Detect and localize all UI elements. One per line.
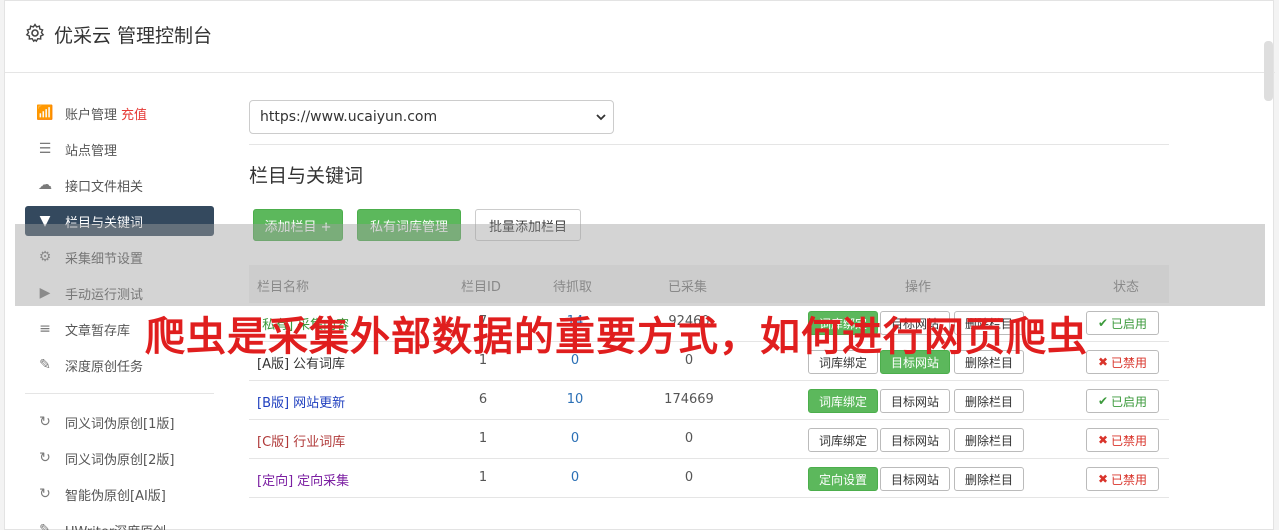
refresh-icon: ↻ [39,450,51,466]
scrollbar[interactable] [1264,41,1273,101]
column-name[interactable]: 网站更新 [293,396,345,411]
column-name[interactable]: 行业词库 [293,435,345,450]
bind-lib-button[interactable]: 定向设置 [808,467,878,491]
collected-count: 0 [684,470,694,485]
cross-icon: ✖ [1097,433,1109,447]
cross-icon: ✖ [1097,472,1109,486]
sidebar-item-label: 站点管理 [65,143,118,159]
server-icon: ☰ [38,141,52,157]
sidebar-item-label: 接口文件相关 [65,179,144,195]
sidebar-item-label: 同义词伪原创[2版] [65,452,175,468]
database-icon: ≡ [39,321,51,337]
status-label: 已启用 [1111,316,1148,331]
check-icon: ✔ [1097,316,1109,330]
pending-count[interactable]: 0 [545,431,605,446]
refresh-icon: ↻ [39,486,51,502]
column-name-cell[interactable]: [C版] 行业词库 [257,431,345,450]
status-label: 已禁用 [1111,355,1148,370]
app-header: 优采云 管理控制台 [5,1,1275,73]
column-name[interactable]: 定向采集 [297,474,349,489]
edit-icon: ✎ [39,357,51,373]
status-label: 已启用 [1111,394,1148,409]
sidebar-item-0[interactable]: 📶 账户管理 充值 [25,98,214,128]
sidebar-item-label: 账户管理 [65,107,118,123]
delete-column-button[interactable]: 删除栏目 [954,467,1024,491]
sidebar-item-label: 文章暂存库 [65,323,131,339]
table-row: [C版] 行业词库 1 0 0 词库绑定 目标网站 删除栏目 ✖ 已禁用 [249,420,1169,459]
bind-lib-button[interactable]: 词库绑定 [808,428,878,452]
section-title: 栏目与关键词 [249,165,364,187]
sidebar-item-8[interactable]: ↻ 同义词伪原创[1版] [25,407,214,437]
column-tag: [B版] [257,396,290,411]
sidebar-item-label: 智能伪原创[AI版] [65,488,166,504]
chevron-down-icon [596,114,606,121]
column-id: 1 [478,431,488,446]
page-title: 优采云 管理控制台 [54,25,213,47]
sidebar-item-2[interactable]: ☁ 接口文件相关 [25,170,214,200]
status-toggle[interactable]: ✖ 已禁用 [1086,428,1159,452]
delete-column-button[interactable]: 删除栏目 [954,389,1024,413]
status-toggle[interactable]: ✔ 已启用 [1086,389,1159,413]
column-id: 6 [478,392,488,407]
sidebar-divider [25,393,214,394]
cross-icon: ✖ [1097,355,1109,369]
target-site-button[interactable]: 目标网站 [880,389,950,413]
column-name-cell[interactable]: [定向] 定向采集 [257,470,349,489]
sidebar-item-9[interactable]: ↻ 同义词伪原创[2版] [25,443,214,473]
column-id: 1 [478,470,488,485]
pending-count[interactable]: 0 [545,470,605,485]
sidebar-item-11[interactable]: ✎ UWriter深度原创 [25,515,214,530]
column-tag: [C版] [257,435,290,450]
column-tag: [定向] [257,474,294,489]
sidebar-item-label: 同义词伪原创[1版] [65,416,175,432]
status-toggle[interactable]: ✖ 已禁用 [1086,350,1159,374]
status-label: 已禁用 [1111,472,1148,487]
cloud-upload-icon: ☁ [38,177,52,193]
column-name-cell[interactable]: [B版] 网站更新 [257,392,345,411]
check-icon: ✔ [1097,394,1109,408]
sidebar-item-1[interactable]: ☰ 站点管理 [25,134,214,164]
sidebar-item-label: UWriter深度原创 [65,521,166,530]
gear-icon [25,23,45,43]
status-toggle[interactable]: ✔ 已启用 [1086,311,1159,335]
sidebar-item-10[interactable]: ↻ 智能伪原创[AI版] [25,479,214,509]
recharge-link[interactable]: 充值 [121,104,147,123]
delete-column-button[interactable]: 删除栏目 [954,428,1024,452]
bind-lib-button[interactable]: 词库绑定 [808,389,878,413]
overlay-band [15,224,1265,306]
divider [249,144,1169,145]
collected-count: 0 [684,431,694,446]
bar-chart-icon: 📶 [36,105,54,121]
edit-icon: ✎ [39,522,51,530]
table-row: [定向] 定向采集 1 0 0 定向设置 目标网站 删除栏目 ✖ 已禁用 [249,459,1169,498]
sidebar-item-label: 深度原创任务 [65,359,144,375]
site-select-value: https://www.ucaiyun.com [260,109,438,125]
refresh-icon: ↻ [39,414,51,430]
status-toggle[interactable]: ✖ 已禁用 [1086,467,1159,491]
target-site-button[interactable]: 目标网站 [880,467,950,491]
target-site-button[interactable]: 目标网站 [880,428,950,452]
site-select[interactable]: https://www.ucaiyun.com [249,100,614,134]
status-label: 已禁用 [1111,433,1148,448]
collected-count: 174669 [664,392,714,407]
overlay-caption: 爬虫是采集外部数据的重要方式，如何进行网页爬虫 [145,314,1088,360]
pending-count[interactable]: 10 [545,392,605,407]
table-row: [B版] 网站更新 6 10 174669 词库绑定 目标网站 删除栏目 ✔ 已启用 [249,381,1169,420]
